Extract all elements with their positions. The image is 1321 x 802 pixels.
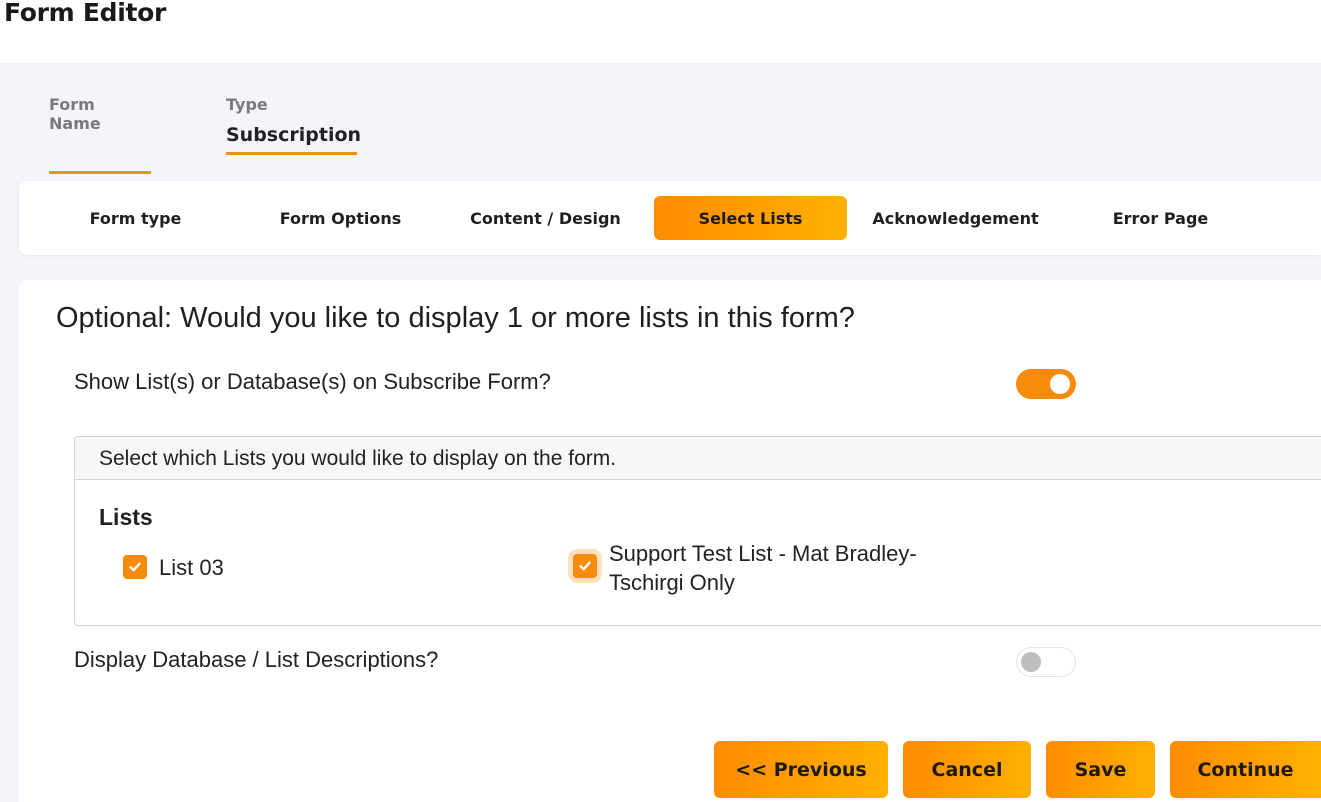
previous-button[interactable]: << Previous [714,741,888,798]
type-field[interactable]: Type Subscription [226,95,361,155]
form-name-value[interactable] [49,143,151,166]
tab-form-type[interactable]: Form type [39,196,232,240]
tab-select-lists[interactable]: Select Lists [654,196,847,240]
type-label: Type [226,95,268,114]
support-test-list-label: Support Test List - Mat Bradley-Tschirgi… [609,541,917,595]
lists-title: Lists [99,504,153,530]
form-name-field[interactable]: Form Name [49,95,151,174]
display-descriptions-label: Display Database / List Descriptions? [74,647,439,672]
type-value[interactable]: Subscription [226,124,361,147]
list-item-support-test-list[interactable]: Support Test List - Mat Bradley-Tschirgi… [573,539,933,597]
show-lists-toggle[interactable] [1016,369,1076,399]
section-question: Optional: Would you like to display 1 or… [56,302,855,334]
select-lists-panel: Optional: Would you like to display 1 or… [19,280,1321,802]
continue-button[interactable]: Continue [1170,741,1321,798]
toggle-knob [1050,374,1070,394]
type-underline [226,152,357,155]
tabs-bar: Form type Form Options Content / Design … [19,181,1321,255]
check-icon [129,562,141,572]
tab-acknowledgement[interactable]: Acknowledgement [859,196,1052,240]
lists-selection-box: Select which Lists you would like to dis… [74,436,1321,626]
tab-error-page[interactable]: Error Page [1064,196,1257,240]
save-button[interactable]: Save [1046,741,1155,798]
list-03-checkbox[interactable] [123,555,147,579]
support-test-list-checkbox[interactable] [573,554,597,578]
form-name-label: Form Name [49,95,101,133]
lists-selection-header: Select which Lists you would like to dis… [75,437,1321,480]
toggle-knob [1021,652,1041,672]
tab-form-options[interactable]: Form Options [244,196,437,240]
list-item-list-03[interactable]: List 03 [123,555,224,582]
form-name-underline [49,171,151,174]
cancel-button[interactable]: Cancel [903,741,1031,798]
display-descriptions-toggle[interactable] [1016,647,1076,677]
tab-content-design[interactable]: Content / Design [449,196,642,240]
list-03-label: List 03 [159,555,224,580]
page-title: Form Editor [4,0,167,27]
show-lists-label: Show List(s) or Database(s) on Subscribe… [74,369,551,394]
check-icon [579,561,591,571]
